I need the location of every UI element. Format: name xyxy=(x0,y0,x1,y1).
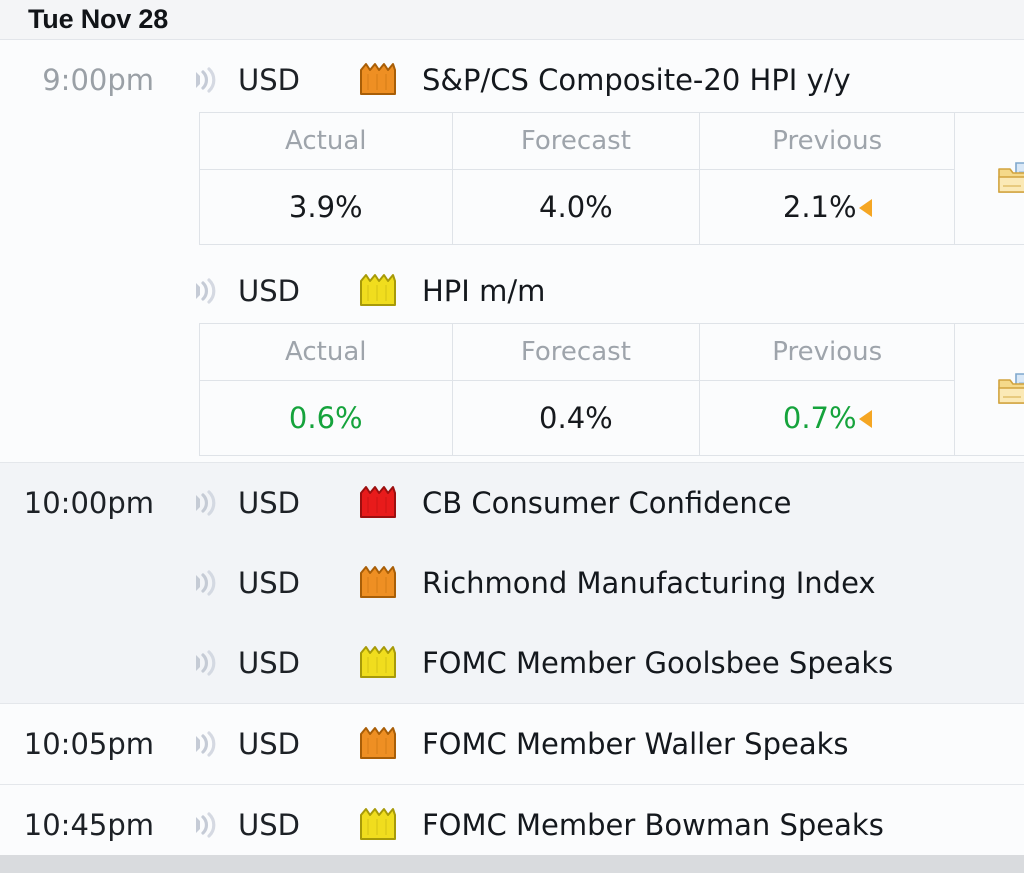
day-header-title: Tue Nov 28 xyxy=(28,4,169,34)
event-currency: USD xyxy=(238,808,300,842)
sound-wave-icon xyxy=(196,570,216,596)
calendar-event-row[interactable]: USD Richmond Manufacturing Index xyxy=(0,543,1024,623)
time-group: 10:05pm USD FOMC Member Waller Speaks xyxy=(0,704,1024,785)
page-bottom-strip xyxy=(0,855,1024,873)
detail-header-row: Actual Forecast Previous xyxy=(199,112,1024,245)
event-impact[interactable] xyxy=(338,483,418,523)
alert-toggle[interactable] xyxy=(180,568,228,598)
event-currency: USD xyxy=(238,727,300,761)
event-title[interactable]: FOMC Member Goolsbee Speaks xyxy=(418,646,1024,680)
event-detail-wrap: Actual Forecast Previous 0.6% 0.4% 0.7% xyxy=(0,323,1024,462)
folder-document-icon xyxy=(998,161,1024,193)
calendar-body: 9:00pm USD S&P/CS Composite-20 HPI y/y Actu… xyxy=(0,40,1024,855)
alert-toggle[interactable] xyxy=(180,729,228,759)
forecast-value-cell: 0.4% xyxy=(451,380,701,456)
actual-value-cell: 0.6% xyxy=(199,380,453,456)
time-group: 10:45pm USD FOMC Member Bowman Speaks xyxy=(0,785,1024,855)
event-currency: USD xyxy=(238,63,300,97)
event-title[interactable]: S&P/CS Composite-20 HPI y/y xyxy=(418,63,1024,97)
actual-value: 3.9% xyxy=(288,190,363,224)
sound-wave-icon xyxy=(196,812,216,838)
economic-calendar: Tue Nov 28 9:00pm USD S&P/CS Composite-20 … xyxy=(0,0,1024,855)
forecast-value-cell: 4.0% xyxy=(451,169,701,245)
detail-button[interactable] xyxy=(954,323,1024,456)
detail-header-row: Actual Forecast Previous xyxy=(199,323,1024,456)
column-header-forecast: Forecast xyxy=(451,112,701,170)
event-detail-wrap: Actual Forecast Previous 3.9% 4.0% 2.1% xyxy=(0,112,1024,251)
event-impact[interactable] xyxy=(338,563,418,603)
previous-value-cell: 0.7% xyxy=(699,380,956,456)
calendar-event-row[interactable]: USD HPI m/m Actual Forecast Previous 0.6% 0.4%… xyxy=(0,251,1024,462)
detail-value-row: 0.6% 0.4% 0.7% xyxy=(199,380,1024,456)
detail-button[interactable] xyxy=(954,112,1024,245)
impact-folder-icon xyxy=(360,808,396,840)
revision-triangle-icon xyxy=(858,410,872,428)
impact-folder-icon xyxy=(360,486,396,518)
sound-wave-icon xyxy=(196,67,216,93)
previous-value-cell: 2.1% xyxy=(699,169,956,245)
calendar-event-row[interactable]: 10:45pm USD FOMC Member Bowman Speaks xyxy=(0,785,1024,855)
event-impact[interactable] xyxy=(338,643,418,683)
event-title[interactable]: HPI m/m xyxy=(418,274,1024,308)
event-time: 10:45pm xyxy=(23,808,154,842)
impact-folder-icon xyxy=(360,63,396,95)
calendar-event-row[interactable]: 9:00pm USD S&P/CS Composite-20 HPI y/y Actu… xyxy=(0,40,1024,251)
column-header-actual: Actual xyxy=(199,323,453,381)
time-group: 10:00pm USD CB Consumer Confidence USD Richm… xyxy=(0,463,1024,704)
previous-value: 2.1% xyxy=(782,190,857,224)
sound-wave-icon xyxy=(196,650,216,676)
event-time: 9:00pm xyxy=(42,63,154,97)
impact-folder-icon xyxy=(360,727,396,759)
alert-toggle[interactable] xyxy=(180,810,228,840)
actual-value-cell: 3.9% xyxy=(199,169,453,245)
column-header-previous: Previous xyxy=(699,112,956,170)
detail-value-row: 3.9% 4.0% 2.1% xyxy=(199,169,1024,245)
event-time: 10:00pm xyxy=(23,486,154,520)
actual-value: 0.6% xyxy=(288,401,363,435)
event-title[interactable]: FOMC Member Waller Speaks xyxy=(418,727,1024,761)
previous-value: 0.7% xyxy=(782,401,857,435)
alert-toggle[interactable] xyxy=(180,65,228,95)
alert-toggle[interactable] xyxy=(180,648,228,678)
impact-folder-icon xyxy=(360,566,396,598)
alert-toggle[interactable] xyxy=(180,488,228,518)
event-title[interactable]: FOMC Member Bowman Speaks xyxy=(418,808,1024,842)
event-title[interactable]: CB Consumer Confidence xyxy=(418,486,1024,520)
folder-document-icon xyxy=(998,372,1024,404)
forecast-value: 4.0% xyxy=(539,190,613,224)
time-group: 9:00pm USD S&P/CS Composite-20 HPI y/y Actu… xyxy=(0,40,1024,463)
revision-triangle-icon xyxy=(858,199,872,217)
impact-folder-icon xyxy=(360,274,396,306)
event-currency: USD xyxy=(238,274,300,308)
sound-wave-icon xyxy=(196,490,216,516)
calendar-event-row[interactable]: 10:00pm USD CB Consumer Confidence xyxy=(0,463,1024,543)
event-time: 10:05pm xyxy=(23,727,154,761)
column-header-previous: Previous xyxy=(699,323,956,381)
event-currency: USD xyxy=(238,646,300,680)
sound-wave-icon xyxy=(196,731,216,757)
column-header-actual: Actual xyxy=(199,112,453,170)
event-impact[interactable] xyxy=(338,724,418,764)
event-impact[interactable] xyxy=(338,60,418,100)
event-currency: USD xyxy=(238,566,300,600)
impact-folder-icon xyxy=(360,646,396,678)
calendar-event-row[interactable]: USD FOMC Member Goolsbee Speaks xyxy=(0,623,1024,703)
day-header: Tue Nov 28 xyxy=(0,0,1024,40)
sound-wave-icon xyxy=(196,278,216,304)
event-impact[interactable] xyxy=(338,271,418,311)
event-detail-table: Actual Forecast Previous 3.9% 4.0% 2.1% xyxy=(199,112,1024,245)
event-currency: USD xyxy=(238,486,300,520)
event-impact[interactable] xyxy=(338,805,418,845)
event-title[interactable]: Richmond Manufacturing Index xyxy=(418,566,1024,600)
event-detail-table: Actual Forecast Previous 0.6% 0.4% 0.7% xyxy=(199,323,1024,456)
calendar-event-row[interactable]: 10:05pm USD FOMC Member Waller Speaks xyxy=(0,704,1024,784)
forecast-value: 0.4% xyxy=(539,401,613,435)
column-header-forecast: Forecast xyxy=(451,323,701,381)
alert-toggle[interactable] xyxy=(180,276,228,306)
